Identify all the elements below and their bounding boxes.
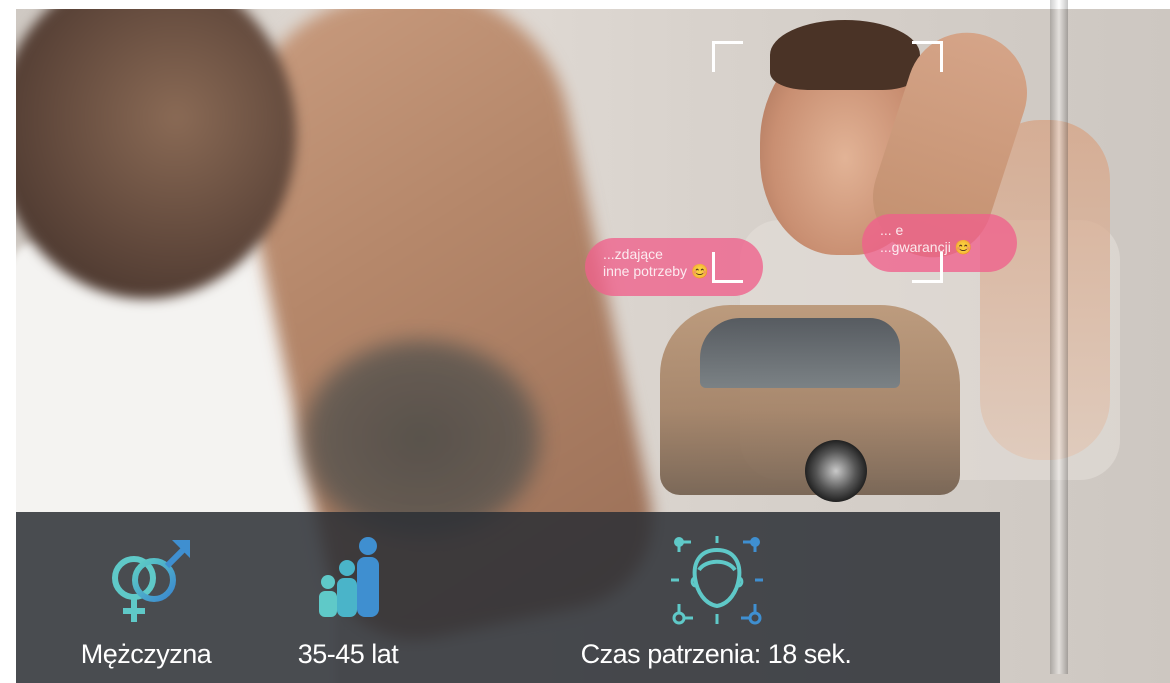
- gender-indicator: Mężczyzna: [66, 512, 226, 683]
- age-label: 35-45 lat: [297, 639, 399, 669]
- face-detection-corner-top-left: [712, 41, 743, 72]
- gaze-time-indicator: Czas patrzenia: 18 sek.: [551, 512, 881, 683]
- gaze-time-label: Czas patrzenia: 18 sek.: [580, 639, 852, 669]
- face-detection-corner-bottom-right: [912, 252, 943, 283]
- face-scan-icon: [669, 534, 765, 631]
- face-detection-corner-bottom-left: [712, 252, 743, 283]
- age-indicator: 35-45 lat: [278, 512, 418, 683]
- reflection-hair: [770, 20, 920, 90]
- face-detection-corner-top-right: [912, 41, 943, 72]
- audience-info-bar: Mężczyzna 35-45 lat Czas patrzenia: 18 s…: [16, 512, 1000, 683]
- gender-label: Mężczyzna: [80, 639, 212, 669]
- glass-door-frame: [1050, 0, 1068, 674]
- foreground-tattoo: [301, 339, 541, 539]
- age-group-icon: [318, 534, 382, 629]
- gender-icon: [104, 534, 194, 631]
- car-window: [700, 318, 900, 388]
- car-wheel: [805, 440, 867, 502]
